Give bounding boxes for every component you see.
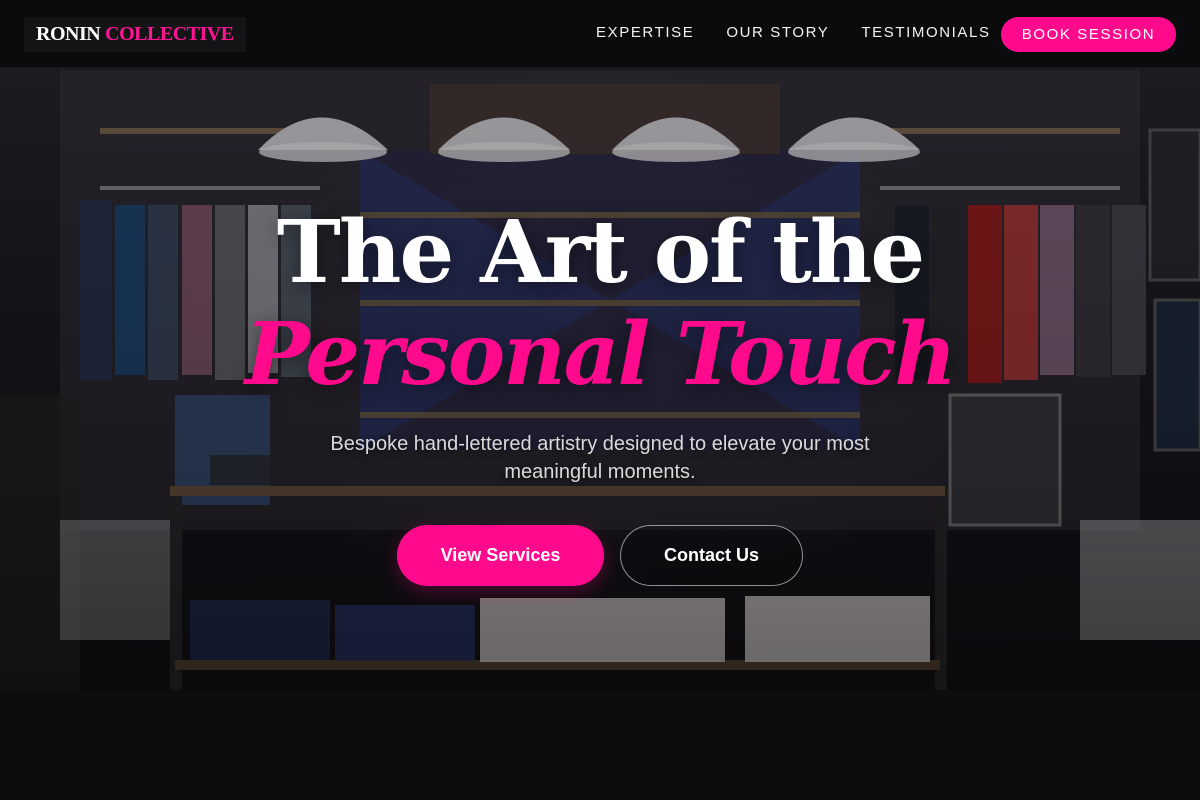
hero-section: The Art of the Personal Touch Bespoke ha… bbox=[0, 0, 1200, 800]
contact-us-button[interactable]: Contact Us bbox=[620, 525, 803, 586]
hero-headline-line1: The Art of the bbox=[276, 202, 925, 303]
view-services-button[interactable]: View Services bbox=[397, 525, 604, 586]
hero-subtitle: Bespoke hand-lettered artistry designed … bbox=[330, 433, 870, 483]
hero-headline-line2: Personal Touch bbox=[245, 304, 957, 405]
landing-page: RONIN COLLECTIVE EXPERTISE OUR STORY TES… bbox=[0, 0, 1200, 800]
